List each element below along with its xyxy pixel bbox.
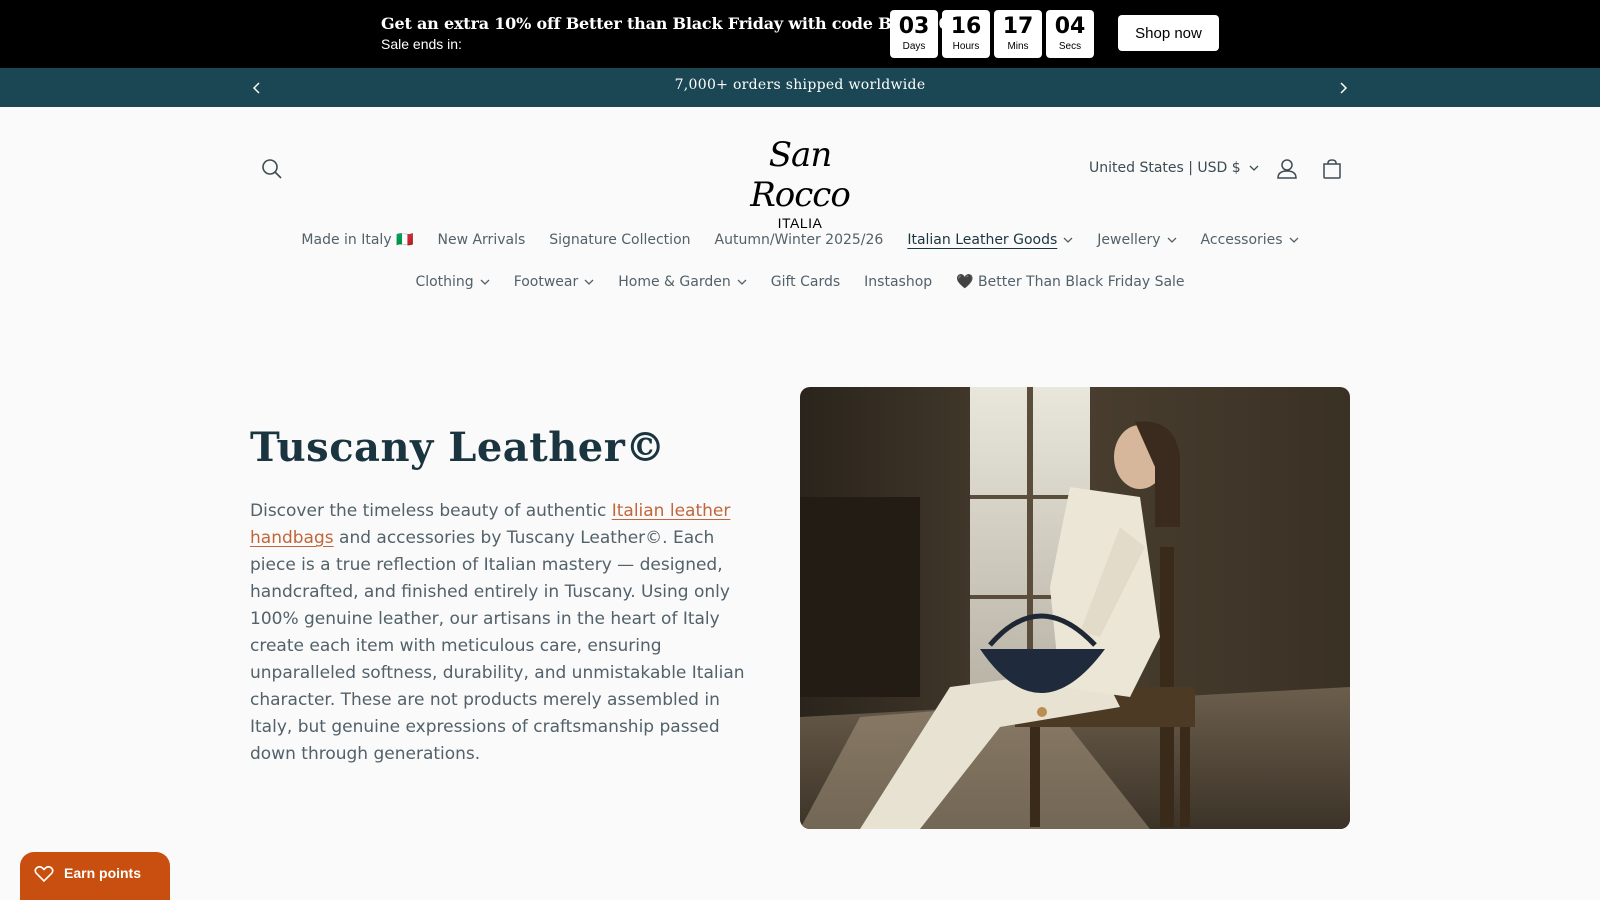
cart-icon[interactable]	[1317, 154, 1347, 184]
chevron-down-icon	[737, 279, 747, 285]
locale-label: United States | USD $	[1089, 160, 1241, 176]
logo-subtitle: ITALIA	[777, 215, 823, 231]
chevron-down-icon	[1167, 237, 1177, 243]
hero-image	[800, 387, 1350, 829]
account-icon[interactable]	[1272, 154, 1302, 184]
nav-label: Signature Collection	[549, 232, 691, 248]
promo-headline: Get an extra 10% off Better than Black F…	[381, 14, 950, 33]
nav-item-italian-leather-goods[interactable]: Italian Leather Goods	[895, 232, 1085, 248]
nav-label: 🖤 Better Than Black Friday Sale	[956, 274, 1185, 290]
chevron-down-icon	[1249, 165, 1259, 171]
nav-label: Gift Cards	[770, 274, 841, 290]
nav-item-footwear[interactable]: Footwear	[502, 274, 607, 290]
nav-item-gift-cards[interactable]: Gift Cards	[759, 274, 852, 290]
heart-icon	[34, 865, 54, 883]
countdown-label: Hours	[952, 41, 980, 52]
nav-item-new-arrivals[interactable]: New Arrivals	[425, 232, 537, 248]
countdown-mins: 17 Mins	[994, 10, 1042, 58]
chevron-right-icon[interactable]	[1333, 78, 1353, 98]
countdown-label: Secs	[1058, 41, 1082, 52]
announcement-bar: 7,000+ orders shipped worldwide	[0, 68, 1600, 107]
nav-item-instashop[interactable]: Instashop	[852, 274, 944, 290]
chevron-down-icon	[1289, 237, 1299, 243]
countdown-value: 04	[1054, 14, 1086, 39]
hero-title: Tuscany Leather©	[250, 424, 666, 471]
nav-item-autumn-winter[interactable]: Autumn/Winter 2025/26	[703, 232, 896, 248]
nav-label: Clothing	[415, 274, 474, 290]
hero-body-text: Discover the timeless beauty of authenti…	[250, 501, 612, 521]
search-icon[interactable]	[257, 154, 287, 184]
promo-subtext: Sale ends in:	[381, 36, 462, 52]
countdown-value: 16	[950, 14, 982, 39]
nav-row-1: Made in Italy 🇮🇹 New Arrivals Signature …	[0, 232, 1600, 248]
countdown-timer: 03 Days 16 Hours 17 Mins 04 Secs	[890, 10, 1094, 58]
countdown-label: Days	[902, 41, 926, 52]
nav-label: Instashop	[864, 274, 933, 290]
chevron-down-icon	[480, 279, 490, 285]
countdown-hours: 16 Hours	[942, 10, 990, 58]
chevron-down-icon	[1063, 237, 1073, 243]
shop-now-button[interactable]: Shop now	[1118, 15, 1219, 51]
promo-text: Get an extra 10% off Better than Black F…	[381, 14, 950, 52]
nav-row-2: Clothing Footwear Home & Garden Gift Car…	[0, 274, 1600, 290]
nav-label: Autumn/Winter 2025/26	[714, 232, 884, 248]
nav-label: Footwear	[513, 274, 579, 290]
hero-description: Discover the timeless beauty of authenti…	[250, 498, 760, 768]
chevron-down-icon	[584, 279, 594, 285]
nav-label: Accessories	[1200, 232, 1283, 248]
promo-bar: Get an extra 10% off Better than Black F…	[0, 0, 1600, 68]
countdown-days: 03 Days	[890, 10, 938, 58]
nav-item-clothing[interactable]: Clothing	[403, 274, 501, 290]
earn-points-button[interactable]: Earn points	[20, 852, 170, 900]
countdown-value: 03	[898, 14, 930, 39]
nav-label: Jewellery	[1097, 232, 1161, 248]
logo-wordmark: San Rocco	[750, 135, 851, 215]
nav-label: Italian Leather Goods	[907, 232, 1058, 248]
site-logo[interactable]: San Rocco ITALIA	[718, 135, 882, 231]
nav-item-signature-collection[interactable]: Signature Collection	[537, 232, 702, 248]
earn-points-label: Earn points	[64, 865, 142, 881]
nav-item-black-friday-sale[interactable]: 🖤 Better Than Black Friday Sale	[944, 274, 1196, 290]
countdown-value: 17	[1002, 14, 1034, 39]
countdown-label: Mins	[1007, 41, 1029, 52]
nav-label: Home & Garden	[618, 274, 731, 290]
locale-selector[interactable]: United States | USD $	[1089, 160, 1259, 176]
nav-item-jewellery[interactable]: Jewellery	[1085, 232, 1188, 248]
announcement-text: 7,000+ orders shipped worldwide	[674, 77, 926, 93]
countdown-secs: 04 Secs	[1046, 10, 1094, 58]
woman-with-handbag-photo	[800, 387, 1350, 829]
nav-label: New Arrivals	[437, 232, 526, 248]
nav-item-accessories[interactable]: Accessories	[1189, 232, 1311, 248]
hero-body-text: and accessories by Tuscany Leather©. Eac…	[250, 528, 745, 764]
nav-label: Made in Italy 🇮🇹	[301, 232, 414, 248]
nav-item-made-in-italy[interactable]: Made in Italy 🇮🇹	[289, 232, 425, 248]
nav-item-home-garden[interactable]: Home & Garden	[606, 274, 758, 290]
